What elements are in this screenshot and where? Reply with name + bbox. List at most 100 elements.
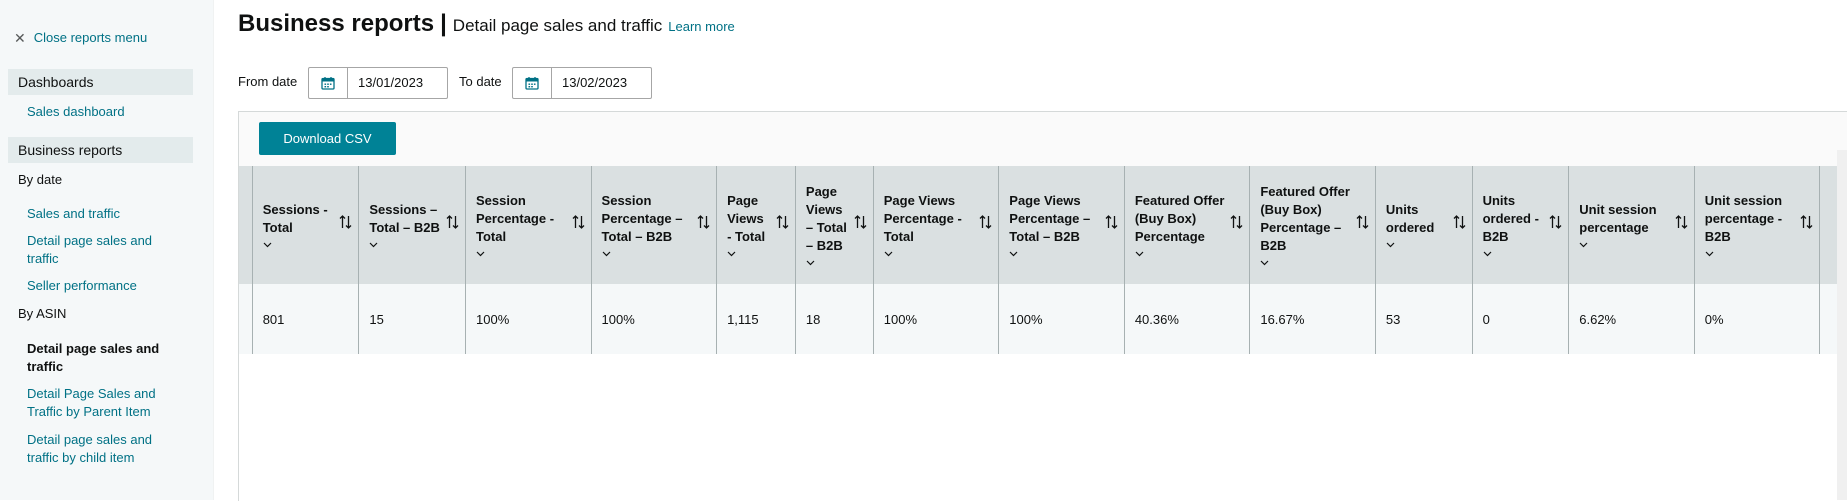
table-cell: 53 — [1375, 284, 1473, 354]
sidebar-item-detail-page-by-child[interactable]: Detail page sales and traffic by child i… — [27, 431, 177, 467]
page-title: Business reports — [238, 10, 435, 37]
column-header-label: Page Views Percentage – Total – B2B — [1009, 193, 1091, 244]
column-header[interactable]: Page Views Percentage - Total — [873, 166, 1000, 284]
sort-icon[interactable] — [446, 214, 459, 230]
column-header-label: Page Views - Total — [727, 193, 766, 244]
sort-icon[interactable] — [572, 214, 585, 230]
close-reports-menu-label: Close reports menu — [33, 30, 148, 45]
table-header-row: Sessions - Total Sessions – Total – B2B Se… — [239, 166, 1847, 284]
chevron-down-icon[interactable] — [1579, 239, 1670, 249]
chevron-down-icon[interactable] — [476, 248, 567, 258]
column-header[interactable]: Page Views - Total — [716, 166, 796, 284]
table-cell: 1,115 — [716, 284, 796, 354]
column-header-label: Unit session percentage - B2B — [1704, 193, 1783, 244]
sort-icon[interactable] — [697, 214, 710, 230]
chevron-down-icon[interactable] — [1386, 239, 1448, 249]
chevron-down-icon[interactable] — [369, 239, 441, 249]
download-csv-button[interactable]: Download CSV — [259, 122, 396, 155]
column-header[interactable]: Sessions - Total — [252, 166, 360, 284]
chevron-down-icon[interactable] — [1260, 257, 1351, 267]
sidebar-section-dashboards: Dashboards — [8, 69, 193, 95]
sidebar-item-detail-page-by-parent[interactable]: Detail Page Sales and Traffic by Parent … — [27, 385, 177, 421]
from-date-picker[interactable]: 13/01/2023 — [308, 67, 448, 99]
column-header[interactable]: Featured Offer (Buy Box) Percentage – B2… — [1249, 166, 1376, 284]
title-separator: | — [440, 10, 447, 37]
sort-icon[interactable] — [1105, 214, 1118, 230]
table-cell: 18 — [795, 284, 874, 354]
page-header: Business reports | Detail page sales and… — [238, 10, 735, 38]
column-header-label: Session Percentage – Total – B2B — [601, 193, 683, 244]
sort-icon[interactable] — [339, 214, 352, 230]
sort-icon[interactable] — [979, 214, 992, 230]
sidebar-item-detail-page-sales-traffic-by-date[interactable]: Detail page sales and traffic — [27, 232, 177, 268]
table-cell: 16.67% — [1249, 284, 1376, 354]
table-lead-cell — [239, 166, 253, 284]
column-header[interactable]: Session Percentage - Total — [465, 166, 592, 284]
to-date-value[interactable]: 13/02/2023 — [552, 68, 627, 98]
report-panel: Download CSV Sessions - Total Sessions – … — [238, 111, 1847, 501]
calendar-icon[interactable] — [513, 68, 552, 98]
column-header[interactable]: Session Percentage – Total – B2B — [591, 166, 718, 284]
calendar-icon[interactable] — [309, 68, 348, 98]
sidebar-section-business-reports: Business reports — [8, 137, 193, 163]
report-table: Sessions - Total Sessions – Total – B2B Se… — [239, 166, 1847, 354]
chevron-down-icon[interactable] — [806, 257, 849, 267]
sort-icon[interactable] — [776, 214, 789, 230]
sort-icon[interactable] — [1230, 214, 1243, 230]
table-cell: 100% — [998, 284, 1125, 354]
chevron-down-icon[interactable] — [602, 248, 693, 258]
sidebar-item-sales-dashboard[interactable]: Sales dashboard — [27, 103, 177, 121]
table-cell: 100% — [873, 284, 1000, 354]
column-header-label: Sessions - Total — [262, 202, 328, 235]
chevron-down-icon[interactable] — [1705, 248, 1796, 258]
sort-icon[interactable] — [1453, 214, 1466, 230]
column-header[interactable]: Units ordered - B2B — [1472, 166, 1570, 284]
table-cell: 100% — [465, 284, 592, 354]
chevron-down-icon[interactable] — [263, 239, 335, 249]
table-lead-cell — [239, 284, 253, 354]
column-header-label: Units ordered - B2B — [1482, 193, 1539, 244]
column-header-label: Units ordered — [1385, 202, 1435, 235]
column-header-label: Page Views Percentage - Total — [883, 193, 962, 244]
table-cell: 100% — [591, 284, 718, 354]
vertical-scrollbar[interactable] — [1837, 150, 1847, 500]
column-header[interactable]: Page Views – Total – B2B — [795, 166, 874, 284]
column-header[interactable]: Unit session percentage - B2B — [1694, 166, 1821, 284]
sort-icon[interactable] — [1675, 214, 1688, 230]
from-date-value[interactable]: 13/01/2023 — [348, 68, 423, 98]
column-header[interactable]: Units ordered — [1375, 166, 1473, 284]
sort-icon[interactable] — [1549, 214, 1562, 230]
from-date-label: From date — [238, 74, 298, 89]
chevron-down-icon[interactable] — [1135, 248, 1226, 258]
learn-more-link[interactable]: Learn more — [668, 19, 734, 34]
sort-icon[interactable] — [854, 214, 867, 230]
column-header[interactable]: Page Views Percentage – Total – B2B — [998, 166, 1125, 284]
to-date-picker[interactable]: 13/02/2023 — [512, 67, 652, 99]
column-header-label: Featured Offer (Buy Box) Percentage — [1134, 193, 1225, 244]
chevron-down-icon[interactable] — [1009, 248, 1100, 258]
to-date-label: To date — [459, 74, 502, 89]
table-row: 801 15 100% 100% 1,115 18 100% 100% 40.36% 16.67%… — [239, 284, 1847, 354]
sidebar-item-detail-page-sales-traffic-active[interactable]: Detail page sales and traffic — [27, 340, 177, 376]
column-header-label: Sessions – Total – B2B — [369, 202, 440, 235]
report-toolbar: Download CSV — [239, 112, 1847, 166]
sort-icon[interactable] — [1800, 214, 1813, 230]
sidebar-group-by-date: By date — [18, 172, 63, 187]
close-icon: ✕ — [14, 29, 26, 46]
column-header[interactable]: Sessions – Total – B2B — [358, 166, 467, 284]
chevron-down-icon[interactable] — [884, 248, 975, 258]
sidebar-item-seller-performance[interactable]: Seller performance — [27, 277, 177, 295]
column-header-label: Session Percentage - Total — [476, 193, 555, 244]
column-header[interactable]: Unit session percentage — [1568, 166, 1695, 284]
table-cell: 0 — [1472, 284, 1570, 354]
column-header-label: Featured Offer (Buy Box) Percentage – B2… — [1260, 184, 1350, 253]
reports-sidebar: ✕ Close reports menu Dashboards Sales da… — [0, 0, 214, 500]
column-header-label: Page Views – Total – B2B — [805, 184, 847, 253]
chevron-down-icon[interactable] — [727, 248, 771, 258]
sidebar-item-sales-and-traffic[interactable]: Sales and traffic — [27, 205, 177, 223]
sort-icon[interactable] — [1356, 214, 1369, 230]
table-cell: 801 — [252, 284, 360, 354]
chevron-down-icon[interactable] — [1483, 248, 1545, 258]
column-header[interactable]: Featured Offer (Buy Box) Percentage — [1124, 166, 1251, 284]
close-reports-menu-link[interactable]: ✕ Close reports menu — [14, 30, 147, 45]
